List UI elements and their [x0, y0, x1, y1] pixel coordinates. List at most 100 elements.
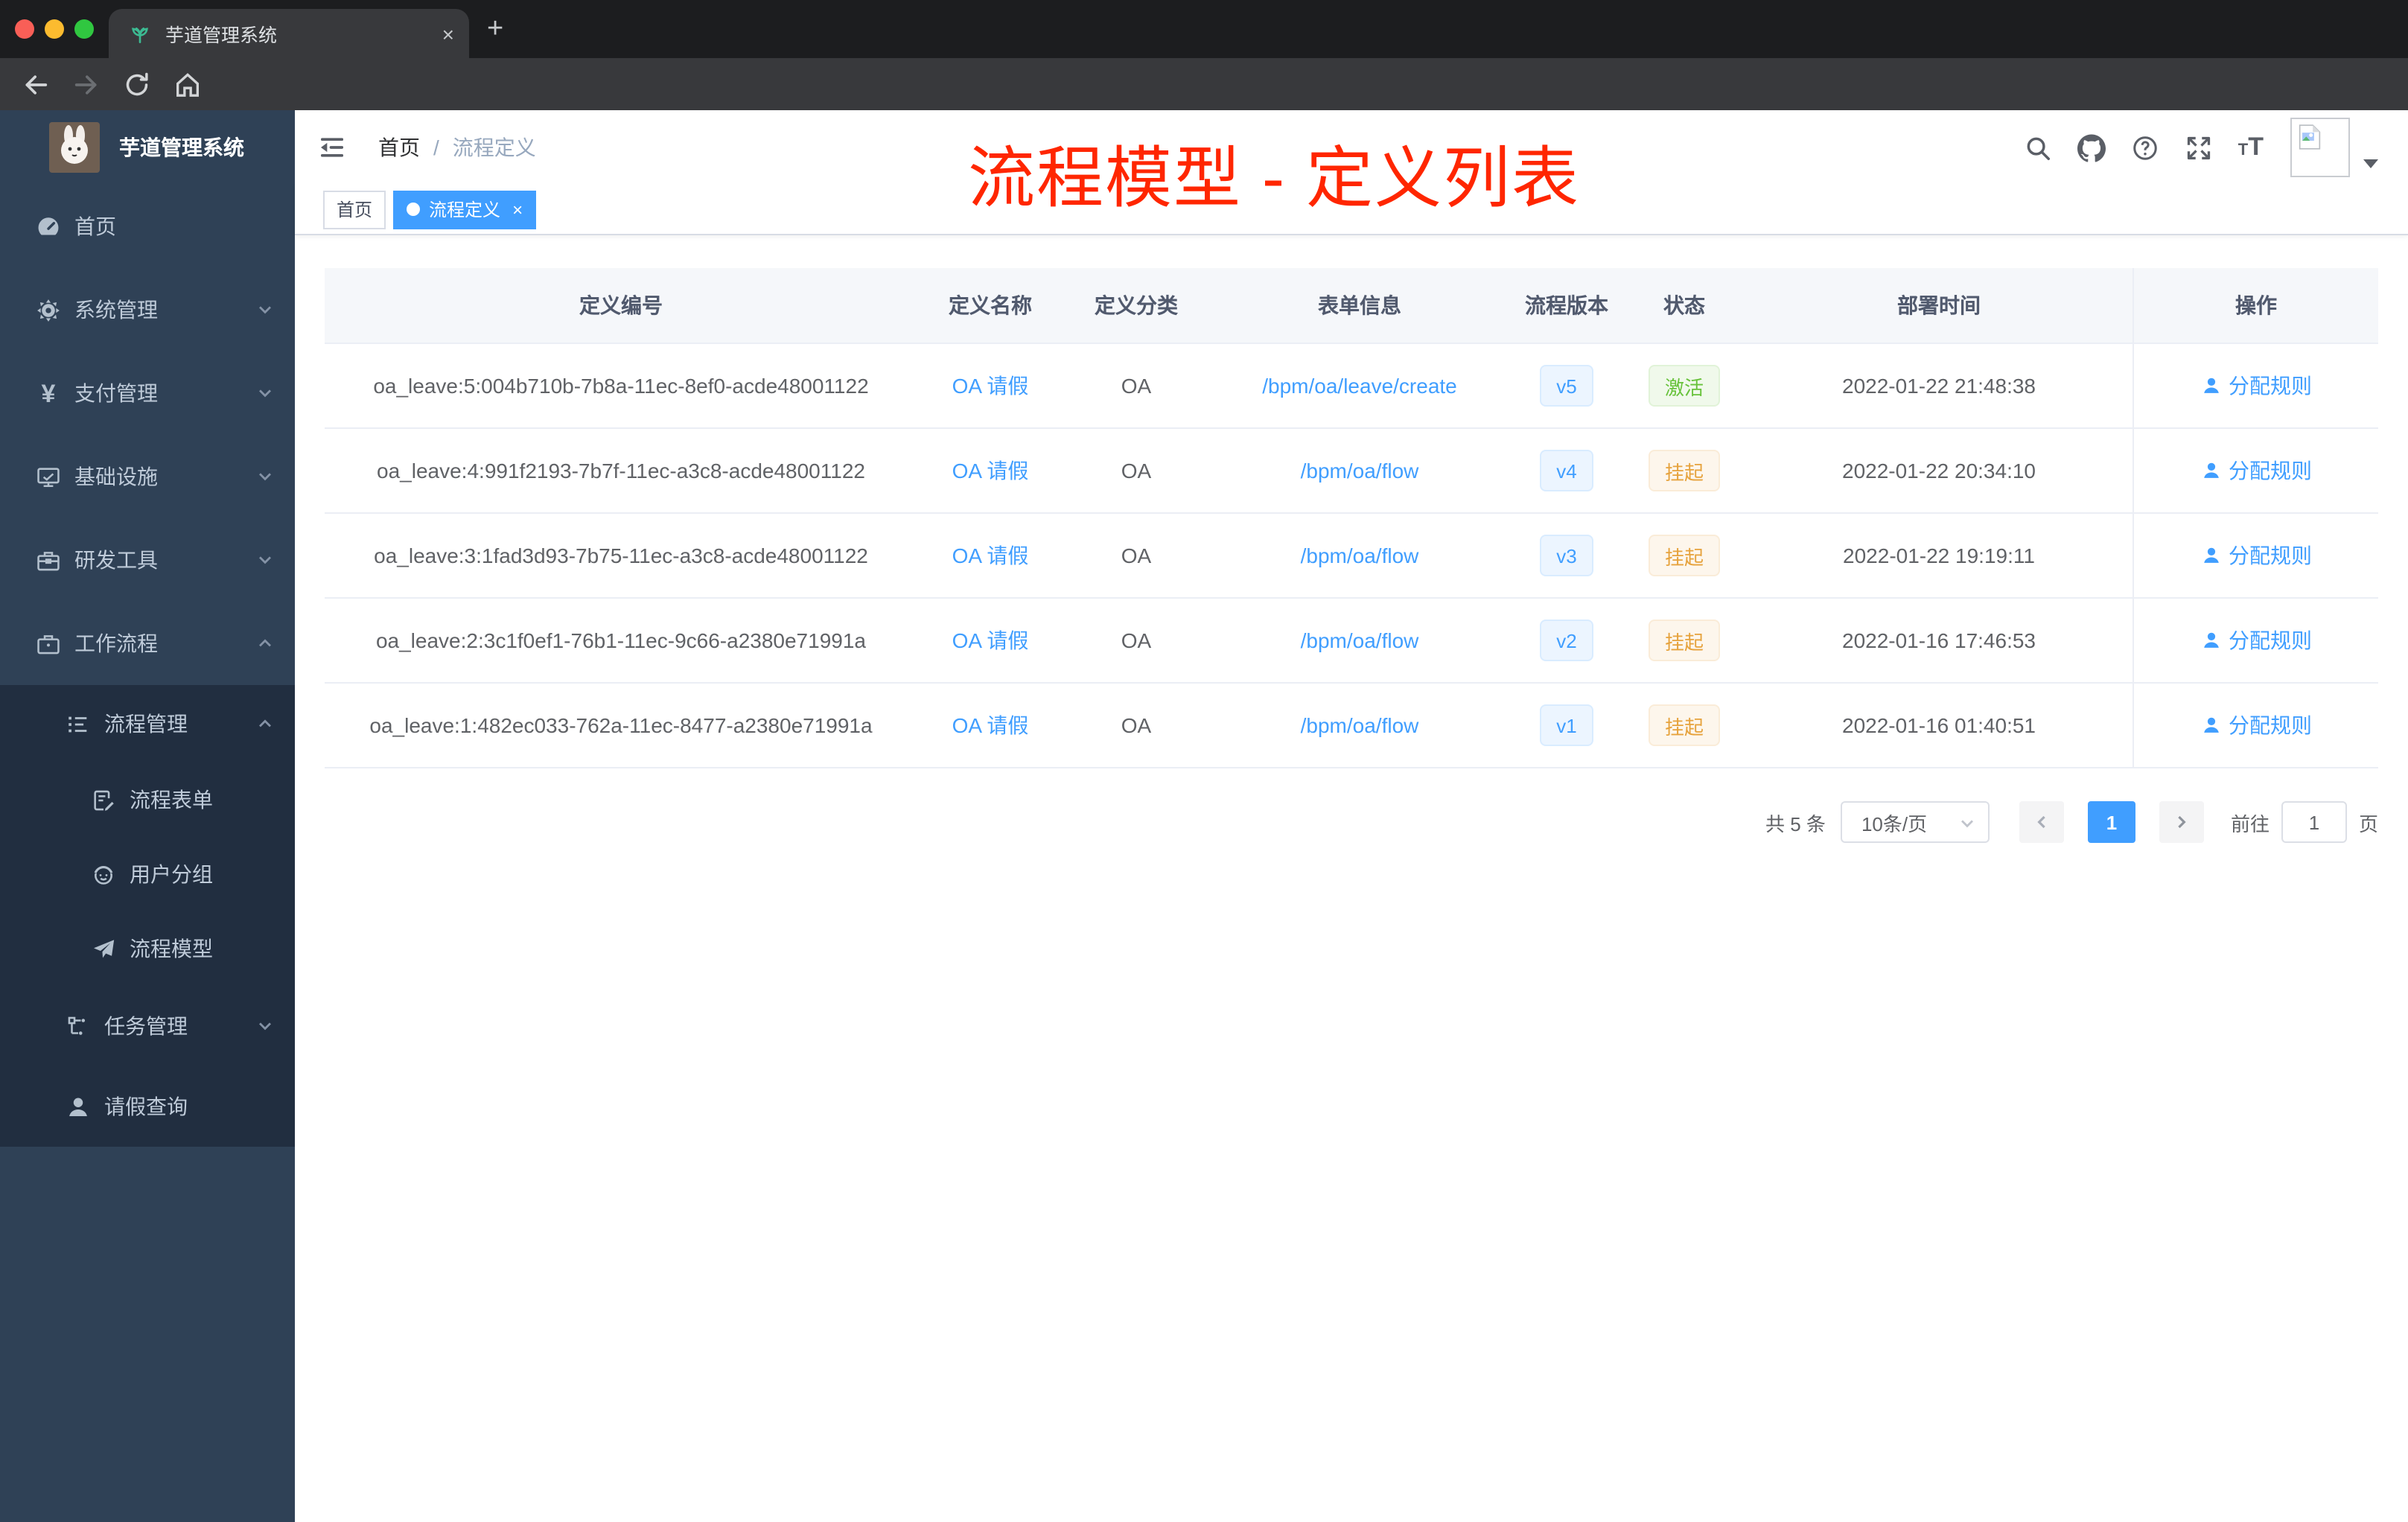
form-link[interactable]: /bpm/oa/flow — [1301, 544, 1419, 567]
tag-home[interactable]: 首页 — [323, 190, 386, 229]
sidebar-item-leave-query[interactable]: 请假查询 — [0, 1066, 295, 1147]
page-content: 定义编号 定义名称 定义分类 表单信息 流程版本 状态 部署时间 操作 oa_l… — [295, 235, 2408, 843]
sidebar-item-payment[interactable]: ¥ 支付管理 — [0, 351, 295, 435]
back-icon[interactable] — [21, 70, 51, 100]
tag-close-icon[interactable]: × — [512, 200, 523, 218]
chevron-down-icon — [256, 1017, 274, 1035]
tab-title: 芋道管理系统 — [165, 25, 278, 46]
sidebar-item-system[interactable]: 系统管理 — [0, 268, 295, 351]
sidebar-item-infrastructure[interactable]: 基础设施 — [0, 435, 295, 518]
macos-minimize-button[interactable] — [45, 19, 64, 39]
workflow-submenu: 流程管理 流程表单 用户分组 流程模型 任务管理 请假查询 — [0, 685, 295, 1147]
assign-rule-button[interactable]: 分配规则 — [2200, 371, 2312, 401]
breadcrumb: 首页 / 流程定义 — [378, 110, 536, 185]
home-icon[interactable] — [173, 70, 203, 100]
form-link[interactable]: /bpm/oa/leave/create — [1262, 374, 1457, 398]
sidebar-item-label: 工作流程 — [74, 631, 158, 655]
sidebar-item-dev-tools[interactable]: 研发工具 — [0, 518, 295, 602]
assign-rule-button[interactable]: 分配规则 — [2200, 456, 2312, 485]
prev-page-button[interactable] — [2019, 801, 2064, 843]
sidebar-item-label: 流程模型 — [130, 937, 213, 961]
goto-page-input[interactable] — [2281, 801, 2347, 843]
browser-tab[interactable]: 芋道管理系统 × — [109, 9, 469, 58]
definition-id: oa_leave:2:3c1f0ef1-76b1-11ec-9c66-a2380… — [375, 628, 866, 652]
font-size-icon[interactable]: TT — [2238, 134, 2264, 161]
caret-down-icon[interactable] — [2363, 159, 2378, 168]
form-link[interactable]: /bpm/oa/flow — [1301, 459, 1419, 483]
form-link[interactable]: /bpm/oa/flow — [1301, 713, 1419, 737]
page-unit-label: 页 — [2358, 812, 2378, 835]
user-icon — [2203, 632, 2218, 648]
annotation-title: 流程模型 - 定义列表 — [968, 140, 1580, 216]
sidebar-item-process-management[interactable]: 流程管理 — [0, 685, 295, 762]
briefcase-icon — [36, 631, 61, 656]
reload-icon[interactable] — [122, 70, 152, 100]
page-number-current[interactable]: 1 — [2087, 801, 2135, 843]
goto-label: 前往 — [2230, 812, 2270, 835]
definition-name-link[interactable]: OA 请假 — [952, 710, 1029, 740]
next-page-button[interactable] — [2159, 801, 2204, 843]
table-header-row: 定义编号 定义名称 定义分类 表单信息 流程版本 状态 部署时间 操作 — [325, 268, 2378, 344]
tag-process-definition[interactable]: 流程定义 × — [393, 190, 537, 229]
sidebar-item-label: 基础设施 — [74, 465, 158, 488]
chevron-down-icon — [1958, 815, 1976, 832]
deploy-time: 2022-01-22 21:48:38 — [1842, 374, 2036, 398]
sidebar-logo[interactable]: 芋道管理系统 — [0, 110, 295, 185]
sidebar-item-workflow[interactable]: 工作流程 — [0, 602, 295, 685]
definition-name-link[interactable]: OA 请假 — [952, 625, 1029, 655]
tree-icon — [66, 1013, 91, 1039]
chevron-down-icon — [256, 301, 274, 319]
sidebar-item-process-form[interactable]: 流程表单 — [0, 762, 295, 837]
people-icon — [91, 862, 116, 887]
col-header-name: 定义名称 — [949, 293, 1032, 317]
table-row: oa_leave:1:482ec033-762a-11ec-8477-a2380… — [325, 684, 2378, 768]
favicon-plant-icon — [128, 22, 152, 45]
col-header-version: 流程版本 — [1525, 293, 1608, 317]
table-row: oa_leave:5:004b710b-7b8a-11ec-8ef0-acde4… — [325, 344, 2378, 429]
definition-name-link[interactable]: OA 请假 — [952, 541, 1029, 570]
chevron-down-icon — [256, 384, 274, 402]
definition-category: OA — [1121, 374, 1152, 398]
definition-id: oa_leave:3:1fad3d93-7b75-11ec-a3c8-acde4… — [374, 544, 868, 567]
sidebar-item-label: 请假查询 — [104, 1095, 188, 1118]
main-area: 首页 / 流程定义 TT 首页 流程定义 × 定义编号 定义名称 定义分类 表单… — [295, 110, 2408, 1522]
help-icon[interactable] — [2131, 133, 2159, 162]
definition-name-link[interactable]: OA 请假 — [952, 456, 1029, 485]
fullscreen-icon[interactable] — [2185, 133, 2213, 162]
new-tab-button[interactable]: + — [487, 13, 503, 46]
sidebar-fold-icon[interactable] — [317, 133, 347, 162]
sidebar-item-home[interactable]: 首页 — [0, 185, 295, 268]
form-edit-icon — [91, 787, 116, 812]
sidebar-item-task-management[interactable]: 任务管理 — [0, 986, 295, 1066]
user-icon — [2203, 462, 2218, 478]
list-icon — [66, 711, 91, 736]
col-header-category: 定义分类 — [1095, 293, 1178, 317]
avatar[interactable] — [2290, 118, 2350, 177]
definition-category: OA — [1121, 713, 1152, 737]
github-icon[interactable] — [2077, 133, 2106, 162]
sidebar-item-process-model[interactable]: 流程模型 — [0, 911, 295, 986]
browser-window: 芋道管理系统 × + 不安全 dashboard.yudao.iocoder.c… — [0, 0, 2408, 1522]
tab-close-icon[interactable]: × — [442, 23, 454, 44]
forward-icon[interactable] — [71, 70, 101, 100]
assign-rule-button[interactable]: 分配规则 — [2200, 625, 2312, 655]
col-header-actions: 操作 — [2133, 268, 2378, 343]
macos-close-button[interactable] — [15, 19, 34, 39]
assign-rule-button[interactable]: 分配规则 — [2200, 710, 2312, 740]
chevron-up-icon — [256, 634, 274, 652]
definition-name-link[interactable]: OA 请假 — [952, 371, 1029, 401]
definition-id: oa_leave:1:482ec033-762a-11ec-8477-a2380… — [369, 713, 873, 737]
col-header-form: 表单信息 — [1318, 293, 1401, 317]
assign-rule-button[interactable]: 分配规则 — [2200, 541, 2312, 570]
user-icon — [66, 1094, 91, 1119]
version-badge: v5 — [1540, 365, 1593, 407]
search-icon[interactable] — [2024, 133, 2052, 162]
form-link[interactable]: /bpm/oa/flow — [1301, 628, 1419, 652]
dashboard-icon — [36, 214, 61, 239]
breadcrumb-home[interactable]: 首页 — [378, 133, 420, 162]
sidebar-item-user-group[interactable]: 用户分组 — [0, 837, 295, 911]
deploy-time: 2022-01-16 01:40:51 — [1842, 713, 2036, 737]
navbar-actions: TT — [2024, 110, 2378, 185]
page-size-select[interactable]: 10条/页 — [1840, 801, 1990, 843]
macos-zoom-button[interactable] — [74, 19, 94, 39]
